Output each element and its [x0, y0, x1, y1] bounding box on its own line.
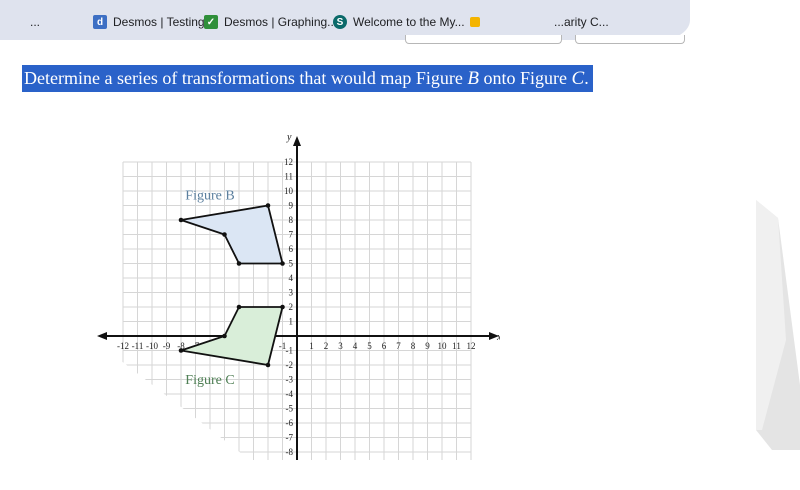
y-tick-label: 10 — [284, 186, 294, 196]
y-tick-label: 3 — [289, 288, 294, 298]
y-tick-label: -6 — [286, 418, 294, 428]
x-tick-label: -9 — [163, 341, 171, 351]
figure-c-variable: C — [571, 68, 585, 89]
x-tick-label: -12 — [117, 341, 129, 351]
question-text-part: onto Figure — [479, 68, 572, 88]
x-tick-label: 1 — [309, 341, 314, 351]
y-tick-label: 9 — [289, 201, 294, 211]
x-tick-label: 4 — [353, 341, 358, 351]
x-tick-label: 10 — [438, 341, 448, 351]
bookmark-partial[interactable]: ... — [30, 13, 40, 31]
y-tick-label: 1 — [289, 317, 294, 327]
folder-icon — [470, 17, 480, 27]
y-tick-label: -2 — [286, 360, 294, 370]
y-tick-label: -5 — [286, 404, 294, 414]
bookmark-label: Welcome to the My... — [353, 15, 465, 29]
x-axis-label: x — [496, 332, 500, 343]
y-tick-label: 6 — [289, 244, 294, 254]
figure-c-vertex — [222, 333, 227, 339]
question-text: Determine a series of transformations th… — [22, 65, 593, 92]
y-tick-label: 7 — [289, 230, 294, 240]
y-tick-label: 2 — [289, 302, 294, 312]
bookmark-label: Desmos | Graphing... — [224, 15, 338, 29]
y-tick-label: -7 — [286, 433, 294, 443]
scrollbar-edge — [756, 200, 800, 450]
figure-c-vertex — [178, 348, 184, 353]
figure-b-vertex — [222, 232, 227, 237]
x-tick-label: -11 — [132, 341, 144, 351]
x-tick-label: 3 — [338, 341, 343, 351]
y-axis-arrow-top — [293, 136, 301, 146]
x-tick-label: 8 — [411, 341, 416, 351]
x-tick-label: -10 — [146, 341, 158, 351]
bookmarks-bar: ... d Desmos | Testing ✓ Desmos | Graphi… — [0, 0, 800, 44]
bookmark-label: ...arity C... — [554, 15, 609, 29]
x-tick-label: 7 — [396, 341, 401, 351]
bookmark-desmos-graphing[interactable]: ✓ Desmos | Graphing... — [204, 13, 337, 31]
figure-c-label: Figure C — [185, 373, 234, 388]
y-tick-label: 5 — [289, 259, 294, 269]
y-tick-label: -4 — [286, 389, 294, 399]
question-text-end: . — [584, 68, 589, 88]
x-tick-label: 2 — [324, 341, 329, 351]
figure-b-vertex — [178, 217, 184, 223]
x-tick-label: 11 — [452, 341, 461, 351]
y-tick-label: -8 — [286, 447, 294, 457]
y-tick-label: -3 — [286, 375, 294, 385]
y-tick-label: 4 — [289, 273, 294, 283]
y-tick-label: 12 — [284, 157, 293, 167]
figure-c-vertex — [280, 304, 285, 310]
figure-b-vertex — [280, 261, 285, 266]
x-tick-label: 5 — [367, 341, 372, 351]
y-tick-label: -1 — [286, 346, 294, 356]
checkmark-icon: ✓ — [204, 15, 218, 29]
y-tick-label: 11 — [284, 172, 293, 182]
x-tick-label: 6 — [382, 341, 387, 351]
page-tab-box-right — [575, 35, 685, 44]
figure-b-vertex — [236, 261, 242, 266]
figure-b-vertex — [265, 203, 271, 208]
bookmark-desmos-testing[interactable]: d Desmos | Testing — [93, 13, 205, 31]
x-tick-label: 12 — [467, 341, 476, 351]
bookmark-partial-right[interactable]: ...arity C... — [470, 13, 609, 31]
figure-b-label: Figure B — [185, 189, 234, 204]
question-text-part: Determine a series of transformations th… — [24, 68, 468, 88]
bookmark-welcome[interactable]: S Welcome to the My... — [333, 13, 465, 31]
figure-b-variable: B — [467, 68, 479, 89]
y-axis-label: y — [286, 132, 292, 143]
figure-c-vertex — [265, 362, 271, 368]
desmos-d-icon: d — [93, 15, 107, 29]
sharepoint-icon: S — [333, 15, 347, 29]
page-tab-box-left — [405, 35, 562, 44]
bookmark-label: ... — [30, 15, 41, 29]
coordinate-graph: xy-12-11-10-9-8-7-6-5-4-3-2-112345678910… — [97, 132, 500, 460]
bookmark-label: Desmos | Testing — [113, 15, 205, 29]
y-tick-label: 8 — [289, 215, 294, 225]
x-axis-arrow-left — [97, 332, 107, 340]
figure-c-vertex — [236, 304, 242, 310]
x-tick-label: 9 — [425, 341, 430, 351]
